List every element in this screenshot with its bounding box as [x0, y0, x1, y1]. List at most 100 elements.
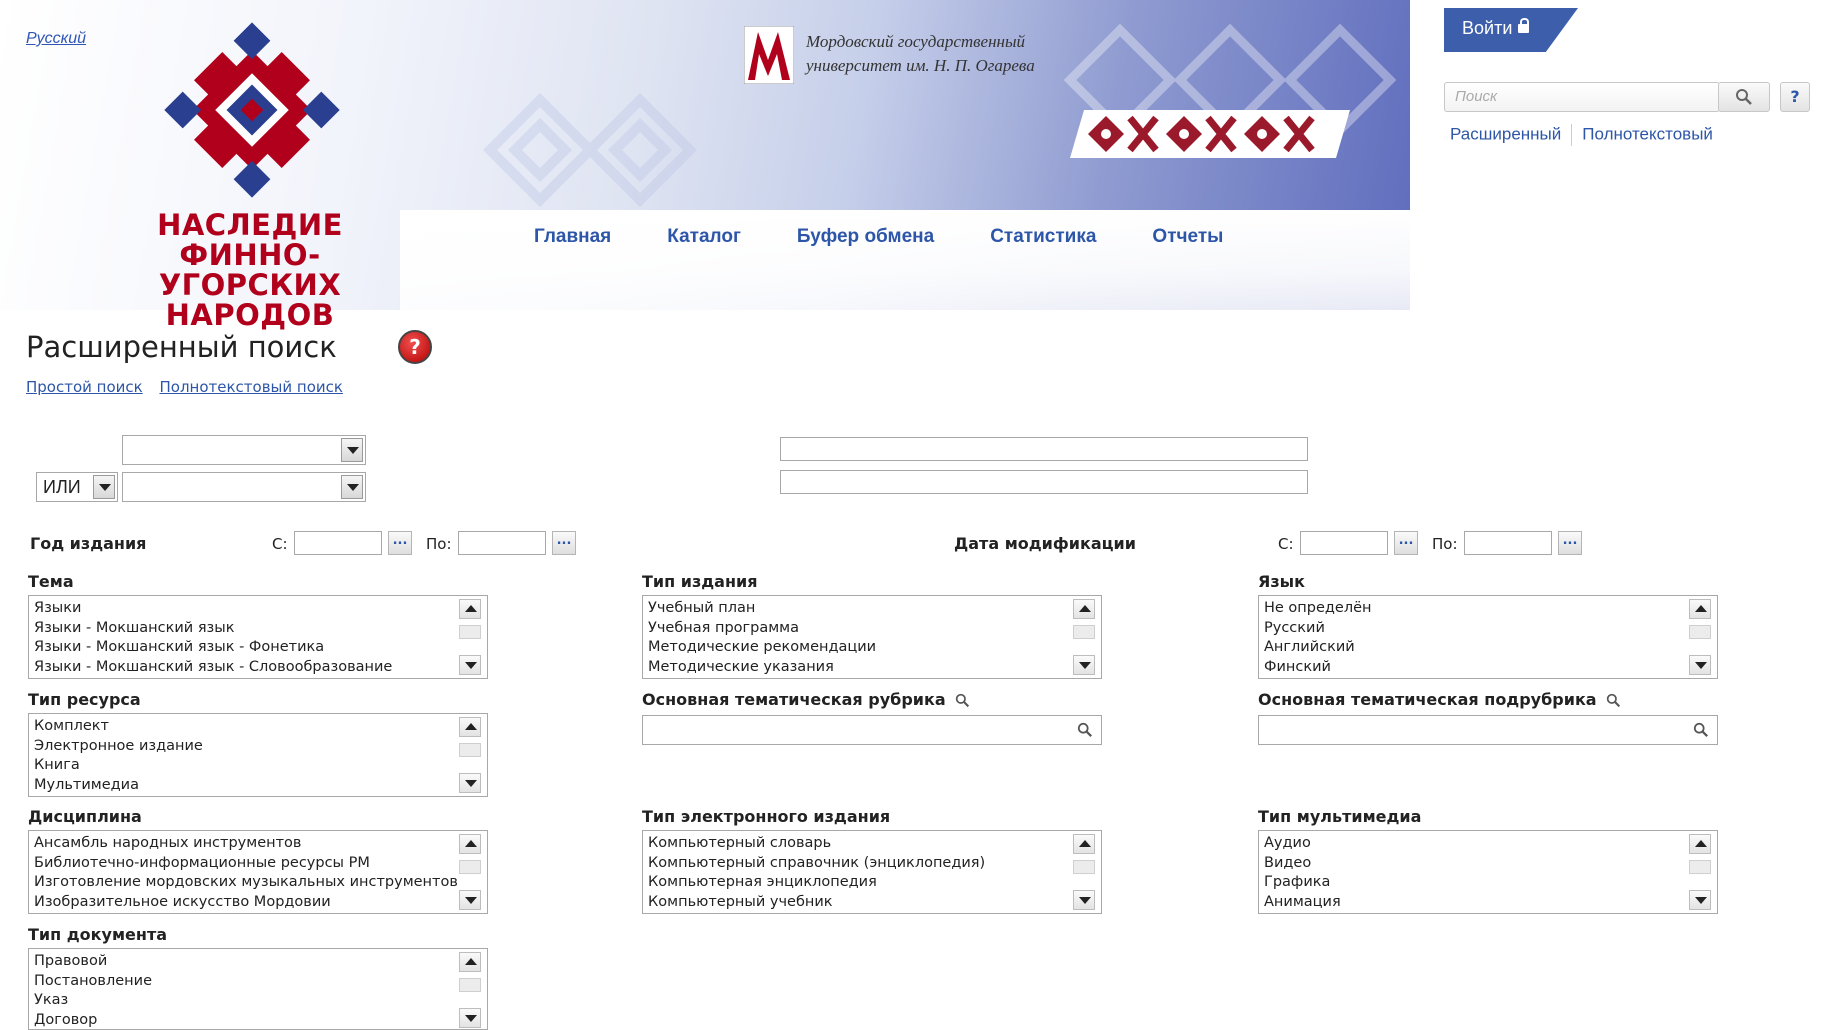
list-item[interactable]: Учебная программа — [648, 619, 1071, 639]
criteria-text-2[interactable] — [780, 470, 1308, 494]
scroll-thumb[interactable] — [459, 743, 481, 757]
scrollbar[interactable] — [459, 834, 481, 910]
search-input[interactable]: Поиск — [1444, 82, 1720, 112]
list-item[interactable]: Учебный план — [648, 599, 1071, 619]
scroll-thumb[interactable] — [459, 860, 481, 874]
extended-search-link[interactable]: Расширенный — [1450, 124, 1561, 143]
main-rubric-input[interactable] — [642, 715, 1102, 745]
list-item[interactable]: Указ — [34, 991, 457, 1011]
search-button[interactable] — [1718, 82, 1770, 112]
scroll-down-icon[interactable] — [1689, 890, 1711, 910]
topic-listbox[interactable]: Языки Языки - Мокшанский язык Языки - Мо… — [28, 595, 488, 679]
scroll-up-icon[interactable] — [459, 834, 481, 854]
help-icon[interactable]: ? — [398, 330, 432, 364]
media-type-listbox[interactable]: Аудио Видео Графика Анимация — [1258, 830, 1718, 914]
list-item[interactable]: Языки - Мокшанский язык - Словообразован… — [34, 658, 457, 678]
nav-catalog[interactable]: Каталог — [667, 226, 741, 248]
list-item[interactable]: Финский — [1264, 658, 1687, 678]
list-item[interactable]: Методические рекомендации — [648, 638, 1071, 658]
list-item[interactable]: Библиотечно-информационные ресурсы РМ — [34, 854, 457, 874]
scrollbar[interactable] — [1689, 834, 1711, 910]
scroll-down-icon[interactable] — [1073, 655, 1095, 675]
nav-home[interactable]: Главная — [534, 226, 611, 248]
scrollbar[interactable] — [1073, 834, 1095, 910]
scroll-down-icon[interactable] — [459, 890, 481, 910]
main-subrubric-input[interactable] — [1258, 715, 1718, 745]
fulltext-search-link[interactable]: Полнотекстовый — [1582, 124, 1713, 143]
list-item[interactable]: Аудио — [1264, 834, 1687, 854]
scrollbar[interactable] — [459, 599, 481, 675]
mod-date-from-input[interactable] — [1300, 531, 1388, 555]
scroll-up-icon[interactable] — [1073, 834, 1095, 854]
list-item[interactable]: Правовой — [34, 952, 457, 972]
language-link[interactable]: Русский — [26, 30, 86, 48]
scroll-thumb[interactable] — [1689, 625, 1711, 639]
scrollbar[interactable] — [1073, 599, 1095, 675]
list-item[interactable]: Мультимедиа — [34, 776, 457, 796]
field-select-2[interactable] — [122, 472, 366, 502]
scroll-thumb[interactable] — [1073, 625, 1095, 639]
list-item[interactable]: Русский — [1264, 619, 1687, 639]
list-item[interactable]: Языки - Мокшанский язык - Фонетика — [34, 638, 457, 658]
epub-type-listbox[interactable]: Компьютерный словарь Компьютерный справо… — [642, 830, 1102, 914]
scroll-down-icon[interactable] — [1689, 655, 1711, 675]
scroll-up-icon[interactable] — [459, 952, 481, 972]
scroll-thumb[interactable] — [1689, 860, 1711, 874]
criteria-text-1[interactable] — [780, 437, 1308, 461]
list-item[interactable]: Договор — [34, 1011, 457, 1030]
scroll-up-icon[interactable] — [459, 717, 481, 737]
help-button[interactable]: ? — [1780, 82, 1810, 112]
scroll-down-icon[interactable] — [1073, 890, 1095, 910]
resource-type-listbox[interactable]: Комплект Электронное издание Книга Мульт… — [28, 713, 488, 797]
list-item[interactable]: Постановление — [34, 972, 457, 992]
nav-statistics[interactable]: Статистика — [990, 226, 1096, 248]
list-item[interactable]: Изготовление мордовских музыкальных инст… — [34, 873, 458, 893]
scrollbar[interactable] — [1689, 599, 1711, 675]
discipline-listbox[interactable]: Ансамбль народных инструментов Библиотеч… — [28, 830, 488, 914]
list-item[interactable]: Методические указания — [648, 658, 1071, 678]
scroll-up-icon[interactable] — [1689, 599, 1711, 619]
language-listbox[interactable]: Не определён Русский Английский Финский — [1258, 595, 1718, 679]
fulltext-search-link-2[interactable]: Полнотекстовый поиск — [159, 378, 342, 396]
list-item[interactable]: Компьютерный учебник — [648, 893, 1071, 913]
scrollbar[interactable] — [459, 717, 481, 793]
login-button[interactable]: Войти — [1444, 8, 1578, 52]
scroll-thumb[interactable] — [459, 625, 481, 639]
search-icon[interactable] — [955, 693, 970, 708]
scroll-up-icon[interactable] — [459, 599, 481, 619]
scroll-down-icon[interactable] — [459, 773, 481, 793]
scroll-down-icon[interactable] — [459, 655, 481, 675]
nav-reports[interactable]: Отчеты — [1152, 226, 1223, 248]
scroll-up-icon[interactable] — [1689, 834, 1711, 854]
doc-type-listbox[interactable]: Правовой Постановление Указ Договор — [28, 948, 488, 1030]
list-item[interactable]: Электронное издание — [34, 737, 457, 757]
list-item[interactable]: Изобразительное искусство Мордовии — [34, 893, 457, 913]
list-item[interactable]: Английский — [1264, 638, 1687, 658]
list-item[interactable]: Компьютерная энциклопедия — [648, 873, 1071, 893]
list-item[interactable]: Комплект — [34, 717, 457, 737]
list-item[interactable]: Видео — [1264, 854, 1687, 874]
pub-year-to-input[interactable] — [458, 531, 546, 555]
mod-date-to-input[interactable] — [1464, 531, 1552, 555]
pub-year-from-picker[interactable]: ... — [388, 531, 412, 555]
list-item[interactable]: Книга — [34, 756, 457, 776]
pub-year-to-picker[interactable]: ... — [552, 531, 576, 555]
mod-date-from-picker[interactable]: ... — [1394, 531, 1418, 555]
search-icon[interactable] — [1693, 722, 1709, 738]
list-item[interactable]: Языки - Мокшанский язык — [34, 619, 457, 639]
mod-date-to-picker[interactable]: ... — [1558, 531, 1582, 555]
field-select-1[interactable] — [122, 435, 366, 465]
scroll-thumb[interactable] — [459, 978, 481, 992]
operator-select[interactable]: ИЛИ — [36, 472, 118, 502]
list-item[interactable]: Ансамбль народных инструментов — [34, 834, 457, 854]
scroll-up-icon[interactable] — [1073, 599, 1095, 619]
scroll-down-icon[interactable] — [459, 1008, 481, 1028]
list-item[interactable]: Анимация — [1264, 893, 1687, 913]
list-item[interactable]: Языки — [34, 599, 457, 619]
search-icon[interactable] — [1606, 693, 1621, 708]
list-item[interactable]: Графика — [1264, 873, 1687, 893]
nav-clipboard[interactable]: Буфер обмена — [797, 226, 934, 248]
scroll-thumb[interactable] — [1073, 860, 1095, 874]
list-item[interactable]: Компьютерный словарь — [648, 834, 1071, 854]
list-item[interactable]: Не определён — [1264, 599, 1687, 619]
